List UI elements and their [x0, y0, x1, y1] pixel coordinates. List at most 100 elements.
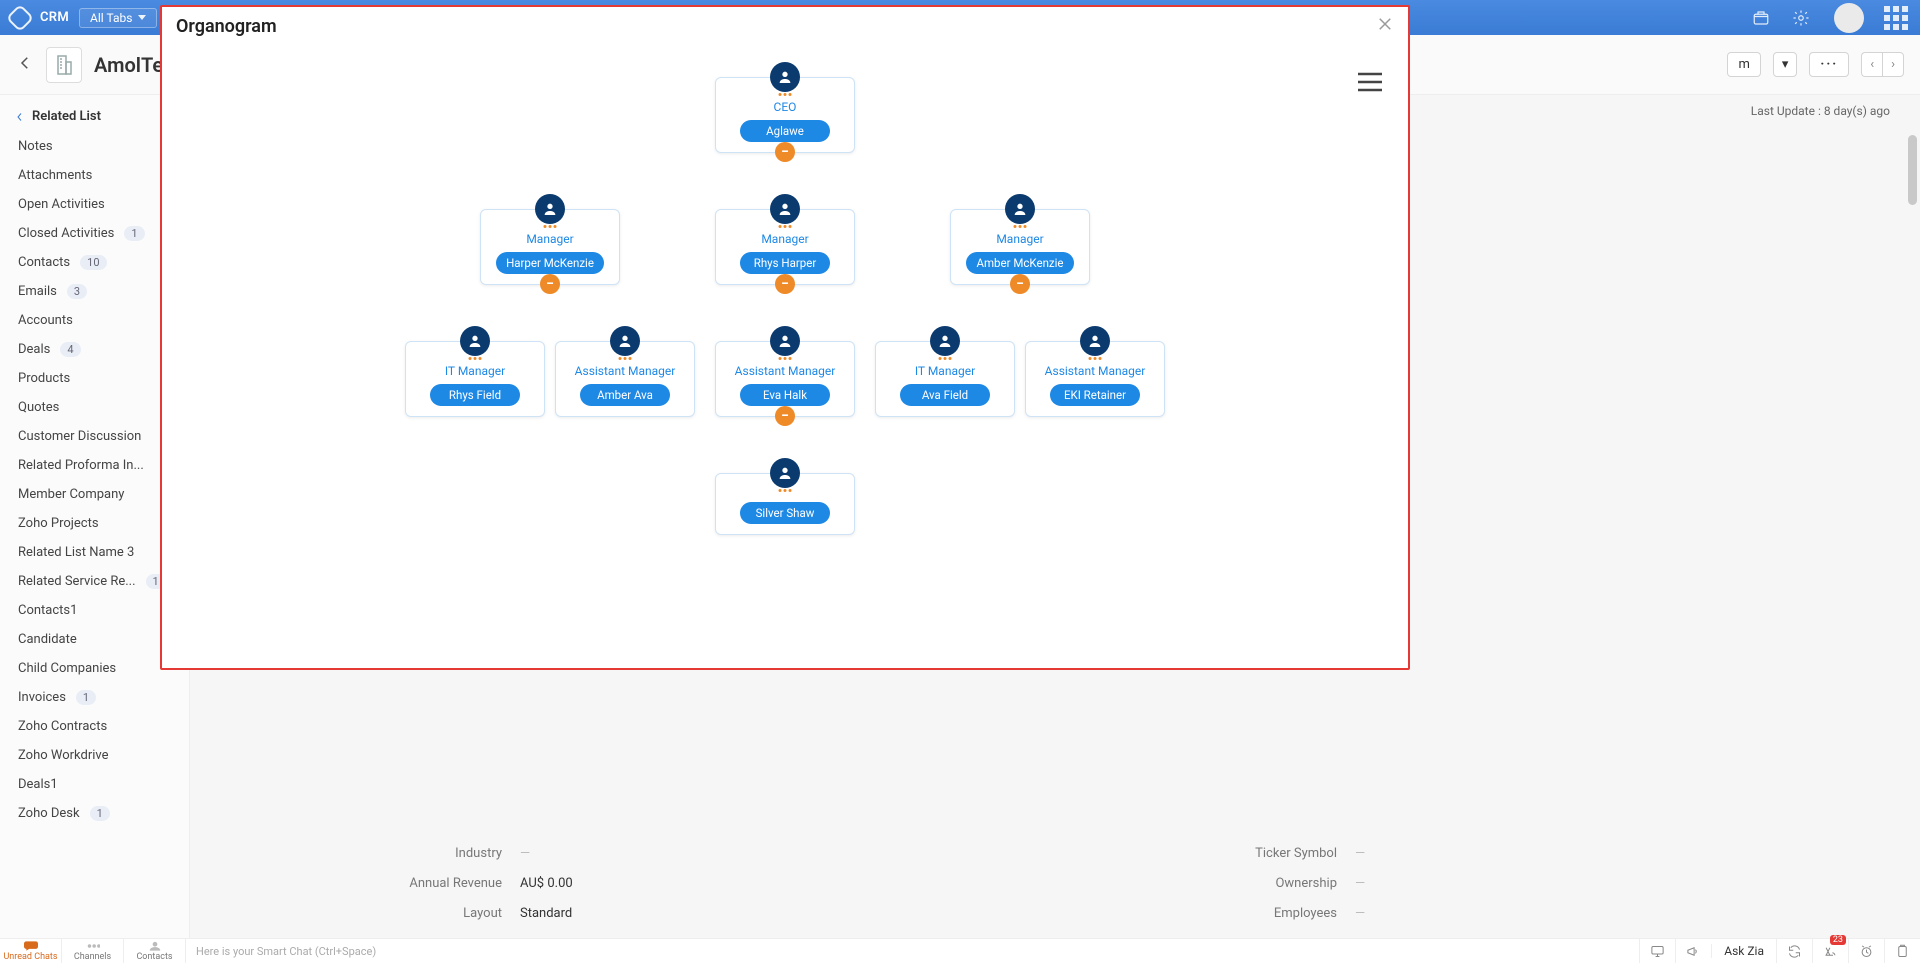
person-icon	[1080, 326, 1110, 356]
bottom-tab-label: Unread Chats	[3, 952, 57, 962]
field-label: Ticker Symbol	[1055, 846, 1355, 861]
org-node-manager-1[interactable]: Manager Harper McKenzie −	[480, 209, 620, 285]
truncated-button-label: m	[1738, 57, 1749, 72]
chat-icon	[24, 941, 38, 951]
org-node-it-2[interactable]: IT Manager Ava Field	[875, 341, 1015, 417]
field-value: —	[1355, 846, 1365, 861]
dots-icon	[619, 357, 632, 360]
person-icon	[770, 194, 800, 224]
modal-header: Organogram	[162, 7, 1408, 45]
org-node-am-1[interactable]: Assistant Manager Amber Ava	[555, 341, 695, 417]
clipboard-icon[interactable]	[1884, 939, 1920, 963]
brand-icon	[6, 3, 34, 31]
person-icon	[770, 326, 800, 356]
chevron-down-icon	[138, 15, 146, 20]
contacts-icon	[148, 941, 162, 951]
org-node-manager-3[interactable]: Manager Amber McKenzie −	[950, 209, 1090, 285]
field-value: AU$ 0.00	[520, 876, 573, 891]
org-node-it-1[interactable]: IT Manager Rhys Field	[405, 341, 545, 417]
dropdown-caret-button[interactable]: ▾	[1773, 52, 1798, 77]
sidebar-item-label: Related Proforma In...	[18, 458, 144, 473]
sidebar-item-label: Quotes	[18, 400, 59, 415]
more-actions-button[interactable]: ···	[1809, 52, 1849, 77]
field-value: —	[520, 846, 530, 861]
alarm-icon[interactable]	[1848, 939, 1884, 963]
ask-zia-label: Ask Zia	[1724, 944, 1764, 958]
sidebar-item-label: Zoho Contracts	[18, 719, 107, 734]
sidebar-item-label: Notes	[18, 139, 53, 154]
sidebar-item[interactable]: Invoices1	[0, 683, 189, 712]
dots-icon	[779, 357, 792, 360]
all-tabs-label: All Tabs	[90, 11, 132, 25]
truncated-button[interactable]: m	[1727, 52, 1760, 77]
dots-icon	[1089, 357, 1102, 360]
sidebar-item-label: Candidate	[18, 632, 77, 647]
sidebar-item[interactable]: Zoho Workdrive	[0, 741, 189, 770]
sidebar-item-label: Contacts1	[18, 603, 77, 618]
count-badge: 3	[67, 284, 87, 299]
close-icon[interactable]	[1376, 15, 1394, 37]
gear-icon[interactable]	[1792, 9, 1810, 27]
next-record-button[interactable]: ›	[1882, 52, 1904, 77]
smart-chat-input[interactable]: Here is your Smart Chat (Ctrl+Space)	[186, 939, 1639, 963]
bottom-tab-contacts[interactable]: Contacts	[124, 939, 186, 963]
field-value: —	[1355, 876, 1365, 891]
collapse-toggle[interactable]: −	[540, 274, 560, 294]
bottom-tab-unread[interactable]: Unread Chats	[0, 939, 62, 963]
bottom-tab-label: Contacts	[136, 952, 172, 962]
role-label: Manager	[959, 232, 1081, 246]
scrollbar[interactable]	[1904, 131, 1920, 938]
org-node-manager-2[interactable]: Manager Rhys Harper −	[715, 209, 855, 285]
sidebar-item-label: Customer Discussion	[18, 429, 141, 444]
sidebar-item[interactable]: Zoho Desk1	[0, 799, 189, 828]
language-icon[interactable]	[1812, 939, 1848, 963]
field-label: Annual Revenue	[220, 876, 520, 891]
avatar[interactable]	[1834, 3, 1864, 33]
ask-zia-button[interactable]: Ask Zia	[1711, 944, 1776, 958]
person-icon	[1005, 194, 1035, 224]
scrollbar-thumb[interactable]	[1908, 135, 1917, 205]
count-badge: 1	[76, 690, 96, 705]
org-node-am-2[interactable]: Assistant Manager Eva Halk −	[715, 341, 855, 417]
sidebar-item-label: Deals	[18, 342, 50, 357]
count-badge: 1	[124, 226, 144, 241]
collapse-toggle[interactable]: −	[775, 274, 795, 294]
refresh-icon[interactable]	[1776, 939, 1812, 963]
name-pill: Eva Halk	[740, 384, 830, 406]
name-pill: Silver Shaw	[740, 502, 830, 524]
dots-icon	[939, 357, 952, 360]
count-badge: 10	[80, 255, 106, 270]
org-node-am-3[interactable]: Assistant Manager EKI Retainer	[1025, 341, 1165, 417]
sidebar-item-label: Deals1	[18, 777, 58, 792]
bottom-tab-channels[interactable]: Channels	[62, 939, 124, 963]
org-node-ceo[interactable]: CEO Aglawe −	[715, 77, 855, 153]
apps-grid-icon[interactable]	[1882, 4, 1910, 32]
name-pill: EKI Retainer	[1050, 384, 1140, 406]
bottom-tab-label: Channels	[74, 952, 111, 962]
collapse-toggle[interactable]: −	[775, 406, 795, 426]
channels-icon	[86, 941, 100, 951]
dots-icon	[779, 93, 792, 96]
person-icon	[930, 326, 960, 356]
sidebar-item[interactable]: Zoho Contracts	[0, 712, 189, 741]
store-icon[interactable]	[1752, 9, 1770, 27]
name-pill: Aglawe	[740, 120, 830, 142]
role-label: CEO	[724, 100, 846, 114]
sidebar-item-label: Member Company	[18, 487, 124, 502]
prev-record-button[interactable]: ‹	[1861, 52, 1882, 77]
brand-label: CRM	[40, 10, 69, 25]
field-label: Ownership	[1055, 876, 1355, 891]
megaphone-icon[interactable]	[1675, 939, 1711, 963]
sidebar-item[interactable]: Deals1	[0, 770, 189, 799]
dots-icon	[469, 357, 482, 360]
all-tabs-dropdown[interactable]: All Tabs	[79, 8, 157, 28]
field-value: —	[1355, 906, 1365, 921]
collapse-toggle[interactable]: −	[1010, 274, 1030, 294]
collapse-toggle[interactable]: −	[775, 142, 795, 162]
name-pill: Harper McKenzie	[496, 252, 604, 274]
org-node-leaf[interactable]: Silver Shaw	[715, 473, 855, 535]
name-pill: Rhys Harper	[740, 252, 830, 274]
monitor-icon[interactable]	[1639, 939, 1675, 963]
back-button[interactable]	[16, 54, 34, 76]
dots-icon	[779, 489, 792, 492]
